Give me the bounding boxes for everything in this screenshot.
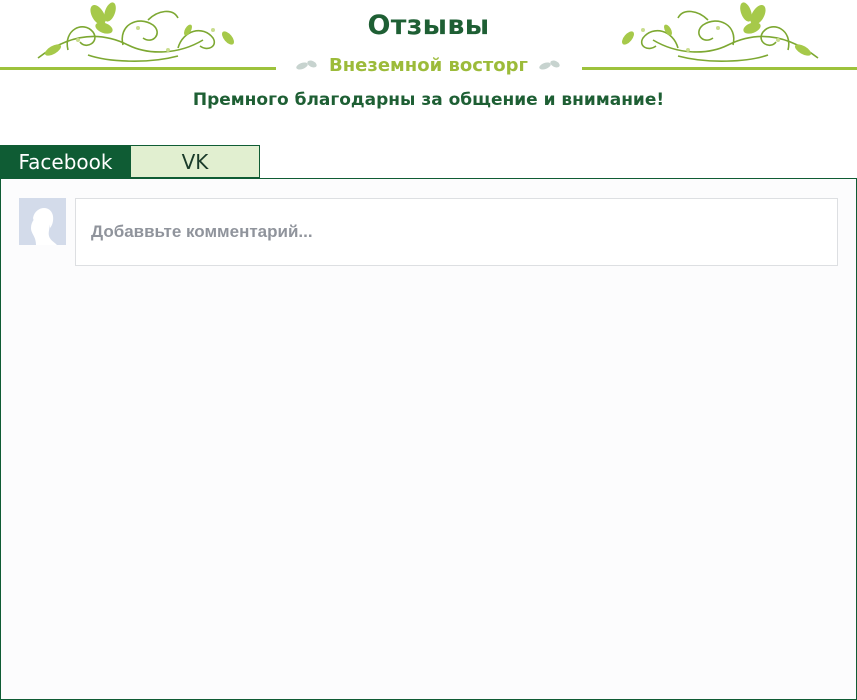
page-title: Отзывы [367, 10, 490, 41]
subtitle-row: Внеземной восторг [0, 55, 857, 76]
leaf-divider-icon [295, 56, 319, 75]
tab-vk[interactable]: VK [131, 145, 260, 178]
tab-facebook[interactable]: Facebook [0, 145, 131, 178]
comment-box[interactable] [75, 198, 838, 266]
comment-input[interactable] [76, 222, 837, 242]
page-subtitle: Внеземной восторг [329, 55, 528, 76]
avatar-silhouette-icon [19, 198, 66, 245]
comments-panel [0, 178, 857, 700]
thanks-message: Премного благодарны за общение и внимани… [192, 90, 665, 110]
comments-tabs: Facebook VK [0, 145, 260, 178]
leaf-divider-icon [538, 56, 562, 75]
